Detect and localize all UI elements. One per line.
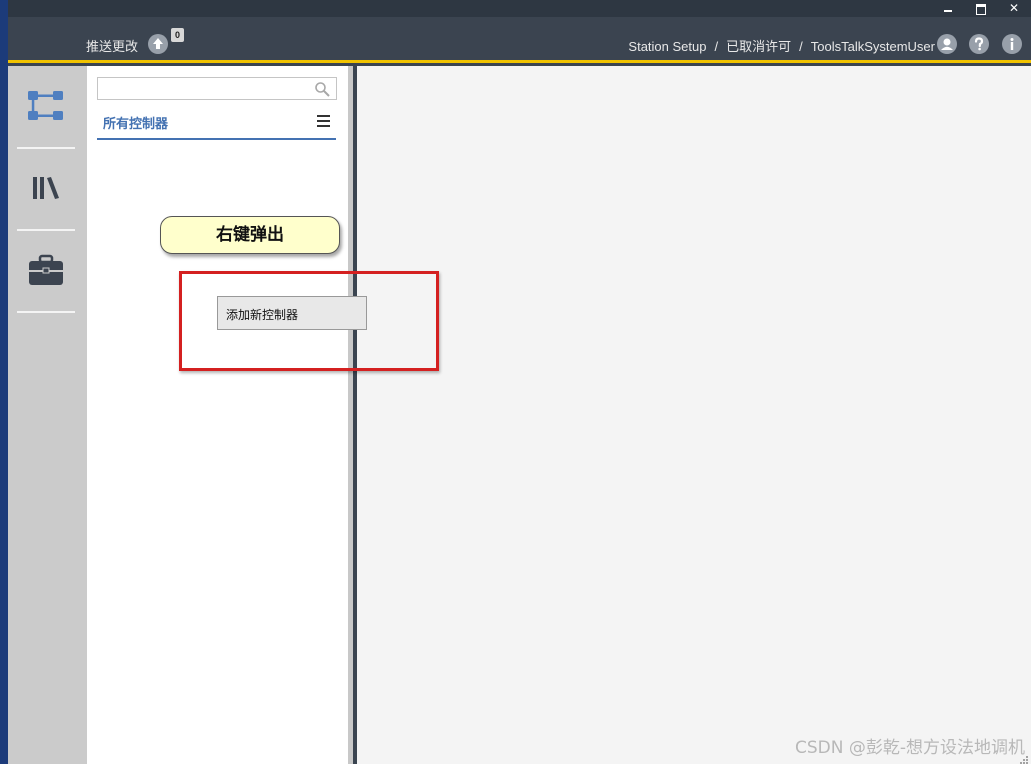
library-icon (33, 177, 59, 199)
search-input[interactable] (98, 78, 308, 99)
toolbox-icon (29, 254, 63, 285)
nav-toolbox[interactable] (17, 231, 75, 313)
breadcrumb-station[interactable]: Station Setup (628, 39, 706, 54)
controller-panel: 所有控制器 (87, 66, 353, 764)
user-icon (941, 38, 953, 50)
main-workspace (357, 66, 1031, 764)
context-menu-add-controller[interactable]: 添加新控制器 (226, 306, 298, 323)
controller-network-icon (28, 91, 63, 120)
close-button[interactable]: ✕ (999, 0, 1029, 17)
hamburger-menu-icon[interactable] (317, 115, 330, 127)
search-box (97, 77, 337, 100)
application-window: ✕ 推送更改 0 Station Setup / 已取消许可 / ToolsTalkSy… (8, 0, 1031, 764)
breadcrumb-user[interactable]: ToolsTalkSystemUser (811, 39, 935, 54)
info-button[interactable] (1002, 34, 1022, 54)
push-changes-label: 推送更改 (86, 39, 139, 54)
help-icon (974, 37, 984, 51)
maximize-button[interactable] (966, 0, 996, 17)
minimize-button[interactable] (933, 0, 963, 17)
upload-arrow-icon (153, 38, 163, 49)
breadcrumb-separator: / (714, 39, 719, 54)
annotation-callout: 右键弹出 (160, 216, 340, 254)
navigation-rail (8, 66, 87, 764)
title-bar: ✕ (8, 0, 1031, 17)
nav-controllers[interactable] (17, 66, 75, 148)
help-button[interactable] (969, 34, 989, 54)
user-button[interactable] (937, 34, 957, 54)
context-menu: 添加新控制器 (217, 296, 367, 330)
breadcrumb-license[interactable]: 已取消许可 (726, 39, 791, 54)
rail-divider (17, 311, 75, 313)
nav-library[interactable] (17, 149, 75, 231)
watermark-text: CSDN @彭乾-想方设法地调机 (794, 738, 1025, 758)
breadcrumb: Station Setup / 已取消许可 / ToolsTalkSystemUser (628, 36, 935, 55)
search-icon[interactable] (314, 81, 330, 97)
tab-all-controllers-label: 所有控制器 (103, 116, 169, 131)
breadcrumb-separator: / (799, 39, 803, 54)
pending-changes-badge: 0 (171, 28, 184, 42)
app-content: 所有控制器 (8, 66, 1031, 764)
app-header: 推送更改 0 Station Setup / 已取消许可 / ToolsTalkSyst… (8, 17, 1031, 63)
tab-all-controllers[interactable]: 所有控制器 (97, 110, 336, 140)
info-icon (1010, 38, 1014, 50)
push-changes-button[interactable] (148, 34, 168, 54)
